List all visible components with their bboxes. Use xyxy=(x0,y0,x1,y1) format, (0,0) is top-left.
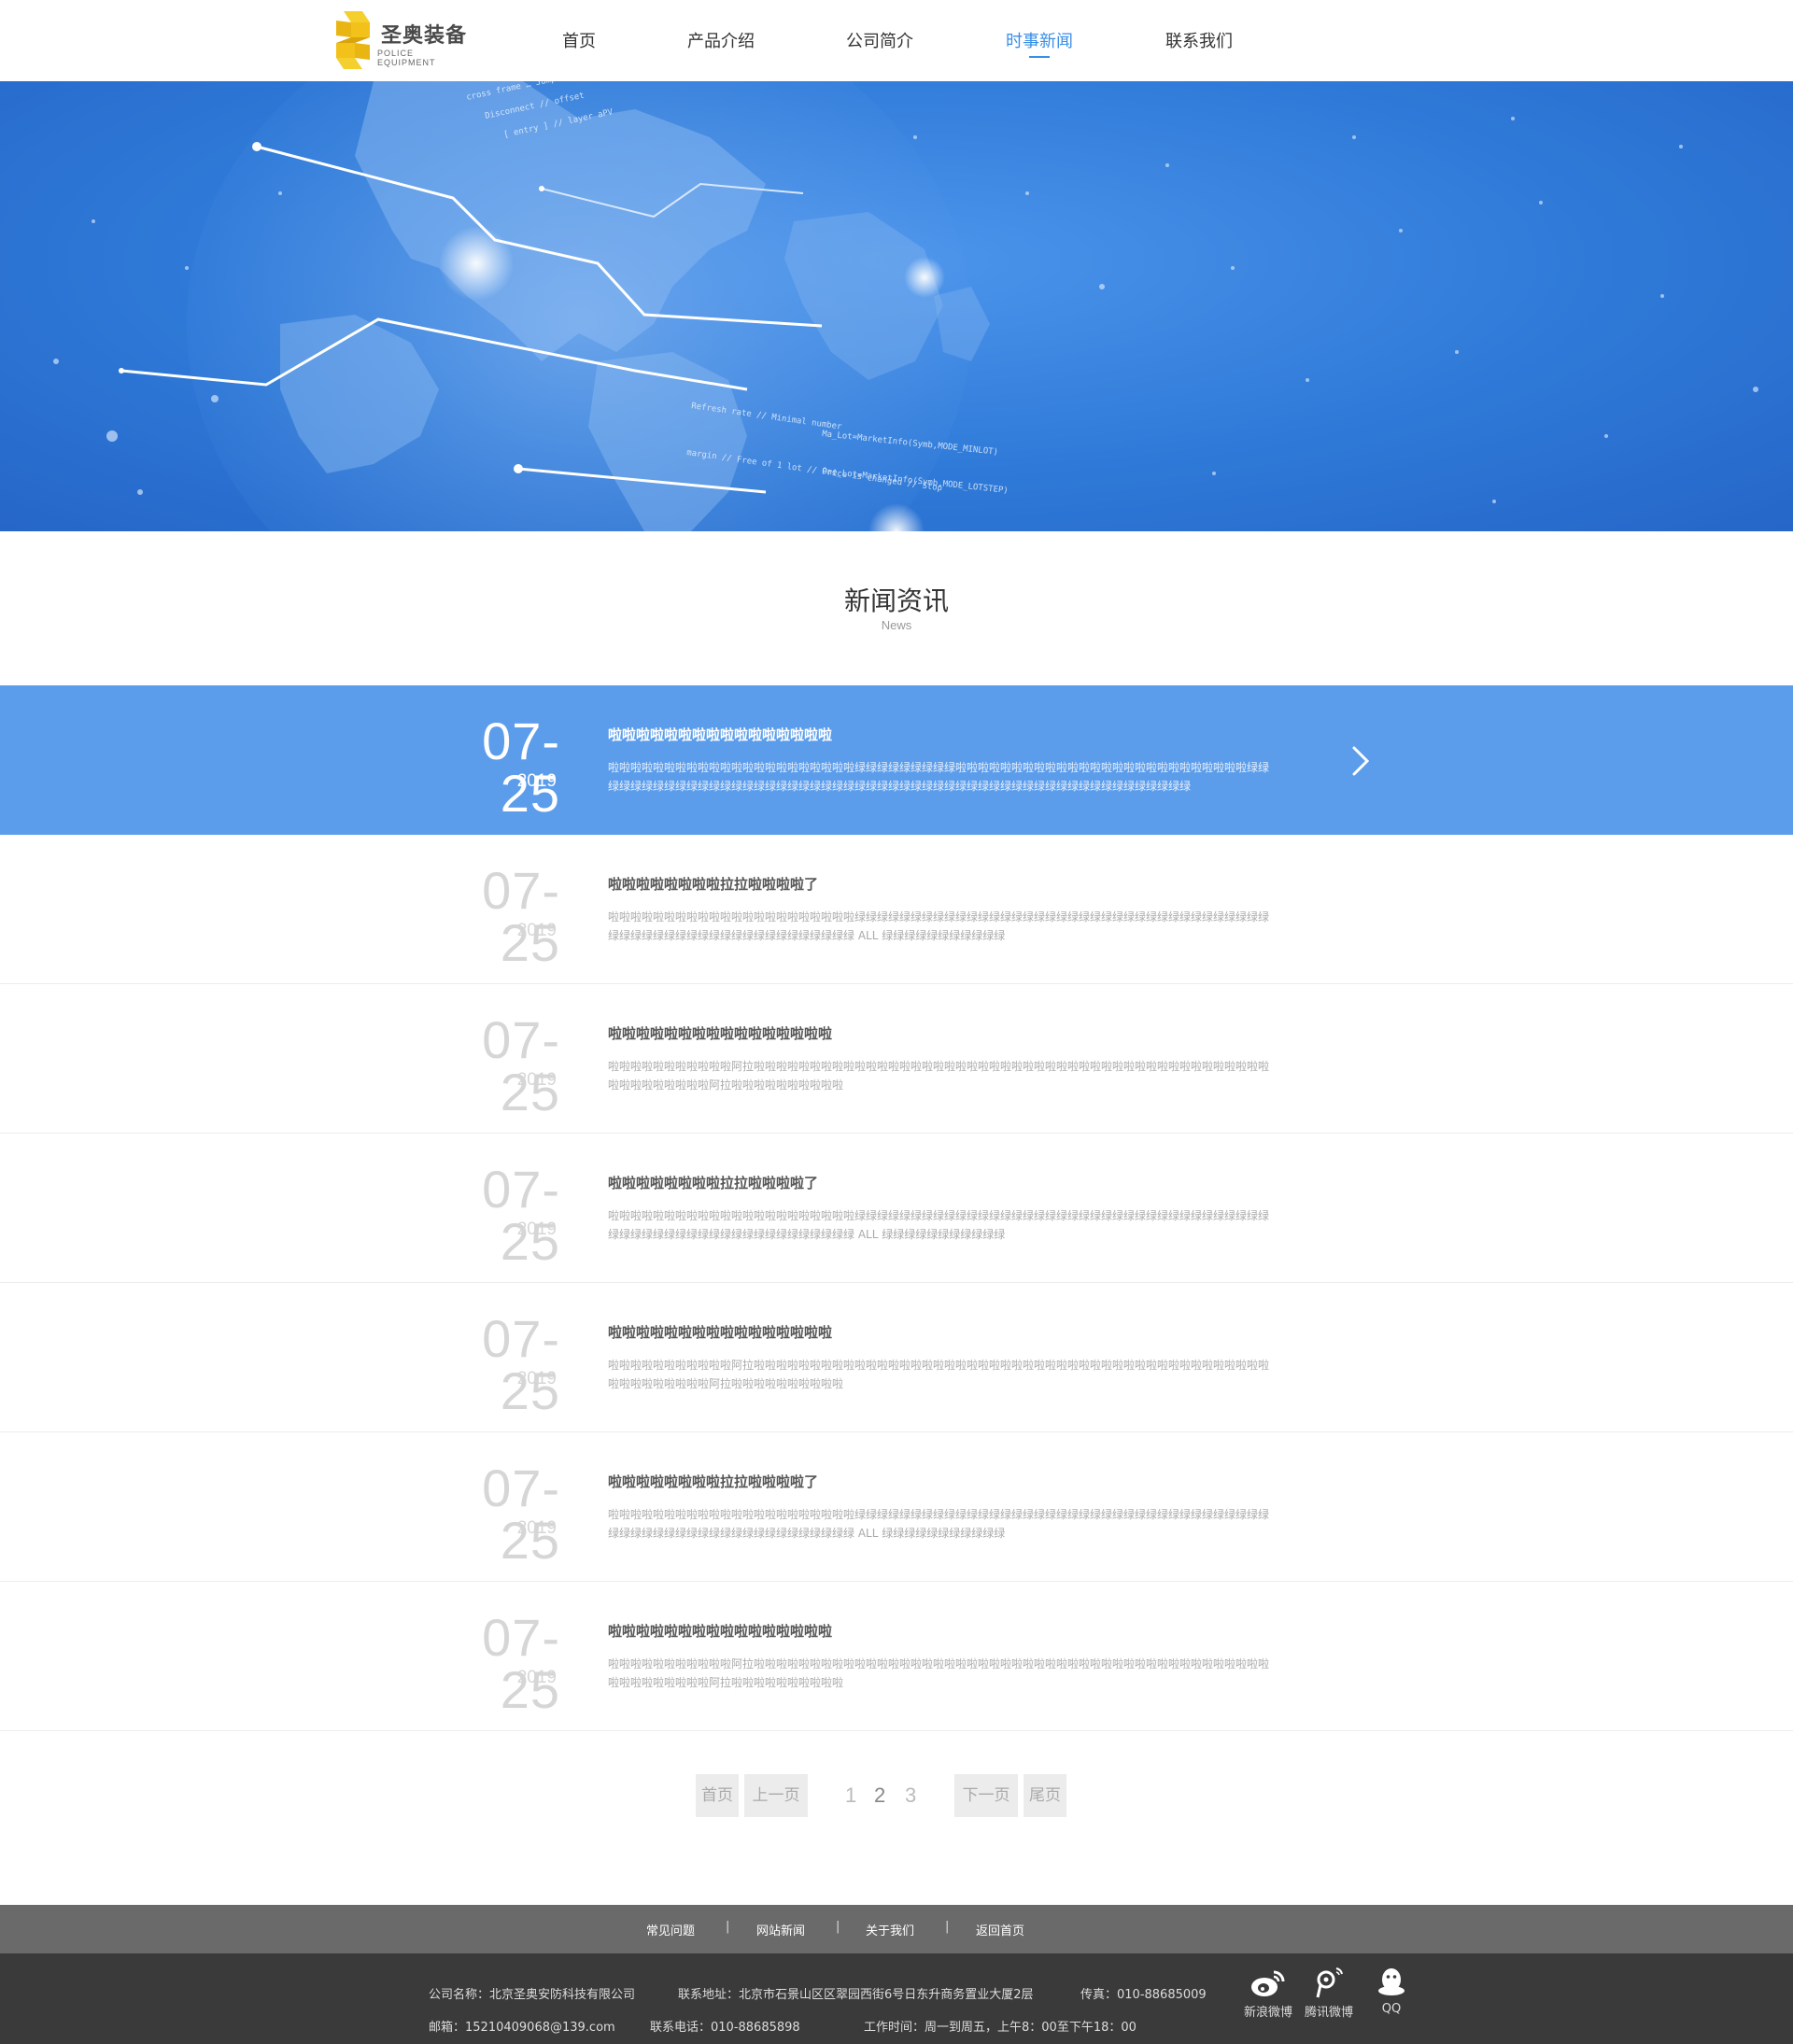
footer-company: 公司名称：北京圣奥安防科技有限公司 xyxy=(429,1988,636,2002)
section-subtitle: News xyxy=(881,618,912,632)
news-desc: 啦啦啦啦啦啦啦啦啦啦啦啦啦啦啦啦啦啦啦啦啦啦绿绿绿绿绿绿绿绿绿绿绿绿绿绿绿绿绿绿… xyxy=(608,1209,1270,1241)
chevron-right-icon[interactable] xyxy=(1345,744,1375,778)
footer-phone: 联系电话：010-88685898 xyxy=(650,2021,800,2035)
news-item[interactable]: 07-25 2019 啦啦啦啦啦啦啦啦啦啦啦啦啦啦啦啦 啦啦啦啦啦啦啦啦啦啦啦阿… xyxy=(0,984,1793,1134)
news-date: 07-25 xyxy=(482,1309,560,1420)
nav-company[interactable]: 公司简介 xyxy=(846,28,913,52)
footer-link-separator: | xyxy=(836,1920,840,1934)
page-first-button[interactable]: 首页 xyxy=(696,1774,739,1817)
nav-contact[interactable]: 联系我们 xyxy=(1165,28,1233,52)
footer-info: 公司名称：北京圣奥安防科技有限公司 联系地址：北京市石景山区区翠园西街6号日东升… xyxy=(0,1953,1793,2044)
logo-text-cn: 圣奥装备 xyxy=(381,24,468,48)
news-item[interactable]: 07-25 2019 啦啦啦啦啦啦啦啦拉拉啦啦啦啦了 啦啦啦啦啦啦啦啦啦啦啦啦啦… xyxy=(0,835,1793,984)
social-tencent-weibo-label: 腾讯微博 xyxy=(1304,2006,1353,2020)
tencent-weibo-icon xyxy=(1316,1967,1343,1998)
news-year: 2019 xyxy=(516,771,557,791)
news-date: 07-25 xyxy=(482,1459,560,1570)
footer-email: 邮箱：15210409068@139.com xyxy=(429,2021,615,2035)
news-title[interactable]: 啦啦啦啦啦啦啦啦啦啦啦啦啦啦啦啦 xyxy=(608,1621,832,1641)
news-item[interactable]: 07-25 2019 啦啦啦啦啦啦啦啦拉拉啦啦啦啦了 啦啦啦啦啦啦啦啦啦啦啦啦啦… xyxy=(0,1134,1793,1283)
weibo-icon xyxy=(1251,1970,1285,1996)
news-date: 07-25 xyxy=(482,861,560,972)
news-desc: 啦啦啦啦啦啦啦啦啦啦啦阿拉啦啦啦啦啦啦啦啦啦啦啦啦啦啦啦啦啦啦啦啦啦啦啦啦啦啦啦… xyxy=(608,1359,1270,1390)
news-title[interactable]: 啦啦啦啦啦啦啦啦拉拉啦啦啦啦了 xyxy=(608,1472,818,1491)
footer-link-home[interactable]: 返回首页 xyxy=(976,1921,1024,1938)
page-number-current[interactable]: 2 xyxy=(874,1774,885,1817)
news-desc: 啦啦啦啦啦啦啦啦啦啦啦啦啦啦啦啦啦啦啦啦啦啦绿绿绿绿绿绿绿绿绿绿绿绿绿绿绿绿绿绿… xyxy=(608,1508,1270,1540)
news-title[interactable]: 啦啦啦啦啦啦啦啦拉拉啦啦啦啦了 xyxy=(608,1173,818,1192)
news-list: 07-25 2019 啦啦啦啦啦啦啦啦啦啦啦啦啦啦啦啦 啦啦啦啦啦啦啦啦啦啦啦啦… xyxy=(0,685,1793,1731)
social-tencent-weibo[interactable]: 腾讯微博 xyxy=(1301,1966,1357,2020)
social-qq[interactable]: QQ xyxy=(1363,1966,1419,2016)
news-desc: 啦啦啦啦啦啦啦啦啦啦啦啦啦啦啦啦啦啦啦啦啦啦绿绿绿绿绿绿绿绿绿绿绿绿绿绿绿绿绿绿… xyxy=(608,910,1270,942)
news-item[interactable]: 07-25 2019 啦啦啦啦啦啦啦啦啦啦啦啦啦啦啦啦 啦啦啦啦啦啦啦啦啦啦啦阿… xyxy=(0,1283,1793,1432)
page-last-button[interactable]: 尾页 xyxy=(1024,1774,1066,1817)
footer-links-bar: 常见问题 | 网站新闻 | 关于我们 | 返回首页 xyxy=(0,1905,1793,1953)
banner-world-graphic: cross frame … Jump & Ma Disconnect // of… xyxy=(53,81,1758,531)
page-number[interactable]: 3 xyxy=(905,1774,916,1817)
social-weibo[interactable]: 新浪微博 xyxy=(1240,1966,1296,2020)
footer-address: 联系地址：北京市石景山区区翠园西街6号日东升商务置业大厦2层 xyxy=(678,1988,1034,2002)
news-year: 2019 xyxy=(516,1518,557,1538)
page-prev-button[interactable]: 上一页 xyxy=(744,1774,808,1817)
logo-mark-icon xyxy=(336,11,370,69)
footer-hours: 工作时间：周一到周五，上午8：00至下午18：00 xyxy=(864,2021,1137,2035)
footer-link-news[interactable]: 网站新闻 xyxy=(756,1921,805,1938)
news-desc: 啦啦啦啦啦啦啦啦啦啦啦阿拉啦啦啦啦啦啦啦啦啦啦啦啦啦啦啦啦啦啦啦啦啦啦啦啦啦啦啦… xyxy=(608,1657,1270,1689)
news-title[interactable]: 啦啦啦啦啦啦啦啦啦啦啦啦啦啦啦啦 xyxy=(608,725,832,744)
social-weibo-label: 新浪微博 xyxy=(1243,2006,1292,2020)
qq-icon xyxy=(1378,1968,1405,1995)
nav-home[interactable]: 首页 xyxy=(562,28,596,52)
news-desc: 啦啦啦啦啦啦啦啦啦啦啦阿拉啦啦啦啦啦啦啦啦啦啦啦啦啦啦啦啦啦啦啦啦啦啦啦啦啦啦啦… xyxy=(608,1060,1270,1092)
section-title: 新闻资讯 xyxy=(843,585,949,616)
page-next-button[interactable]: 下一页 xyxy=(954,1774,1018,1817)
page-number[interactable]: 1 xyxy=(845,1774,856,1817)
news-date: 07-25 xyxy=(482,1160,560,1271)
news-item[interactable]: 07-25 2019 啦啦啦啦啦啦啦啦啦啦啦啦啦啦啦啦 啦啦啦啦啦啦啦啦啦啦啦啦… xyxy=(0,685,1793,835)
news-title[interactable]: 啦啦啦啦啦啦啦啦啦啦啦啦啦啦啦啦 xyxy=(608,1023,832,1043)
site-logo[interactable]: 圣奥装备 POLICE EQUIPMENT xyxy=(334,9,474,71)
nav-news[interactable]: 时事新闻 xyxy=(1006,28,1073,52)
news-item[interactable]: 07-25 2019 啦啦啦啦啦啦啦啦啦啦啦啦啦啦啦啦 啦啦啦啦啦啦啦啦啦啦啦阿… xyxy=(0,1582,1793,1731)
news-title[interactable]: 啦啦啦啦啦啦啦啦啦啦啦啦啦啦啦啦 xyxy=(608,1322,832,1342)
logo-text-en: POLICE EQUIPMENT xyxy=(377,49,436,67)
news-year: 2019 xyxy=(516,1070,557,1090)
nav-active-underline xyxy=(1029,56,1050,58)
pagination: 首页 上一页 1 2 3 下一页 尾页 xyxy=(0,1774,1793,1817)
footer-link-separator: | xyxy=(726,1920,730,1934)
news-desc: 啦啦啦啦啦啦啦啦啦啦啦啦啦啦啦啦啦啦啦啦啦啦绿绿绿绿绿绿绿绿绿啦啦啦啦啦啦啦啦啦… xyxy=(608,761,1270,793)
news-year: 2019 xyxy=(516,1369,557,1389)
news-title[interactable]: 啦啦啦啦啦啦啦啦拉拉啦啦啦啦了 xyxy=(608,874,818,894)
footer-link-faq[interactable]: 常见问题 xyxy=(646,1921,695,1938)
social-qq-label: QQ xyxy=(1381,2002,1402,2016)
news-date: 07-25 xyxy=(482,1608,560,1719)
footer-link-about[interactable]: 关于我们 xyxy=(866,1921,914,1938)
news-date: 07-25 xyxy=(482,712,560,823)
news-date: 07-25 xyxy=(482,1010,560,1121)
footer-link-separator: | xyxy=(945,1920,950,1934)
news-year: 2019 xyxy=(516,1668,557,1687)
site-header: 圣奥装备 POLICE EQUIPMENT 首页 产品介绍 公司简介 时事新闻 … xyxy=(0,0,1793,81)
nav-products[interactable]: 产品介绍 xyxy=(687,28,755,52)
news-item[interactable]: 07-25 2019 啦啦啦啦啦啦啦啦拉拉啦啦啦啦了 啦啦啦啦啦啦啦啦啦啦啦啦啦… xyxy=(0,1432,1793,1582)
hero-banner: cross frame … Jump & Ma Disconnect // of… xyxy=(0,81,1793,531)
news-year: 2019 xyxy=(516,1219,557,1239)
footer-fax: 传真：010-88685009 xyxy=(1080,1988,1207,2002)
news-year: 2019 xyxy=(516,921,557,940)
